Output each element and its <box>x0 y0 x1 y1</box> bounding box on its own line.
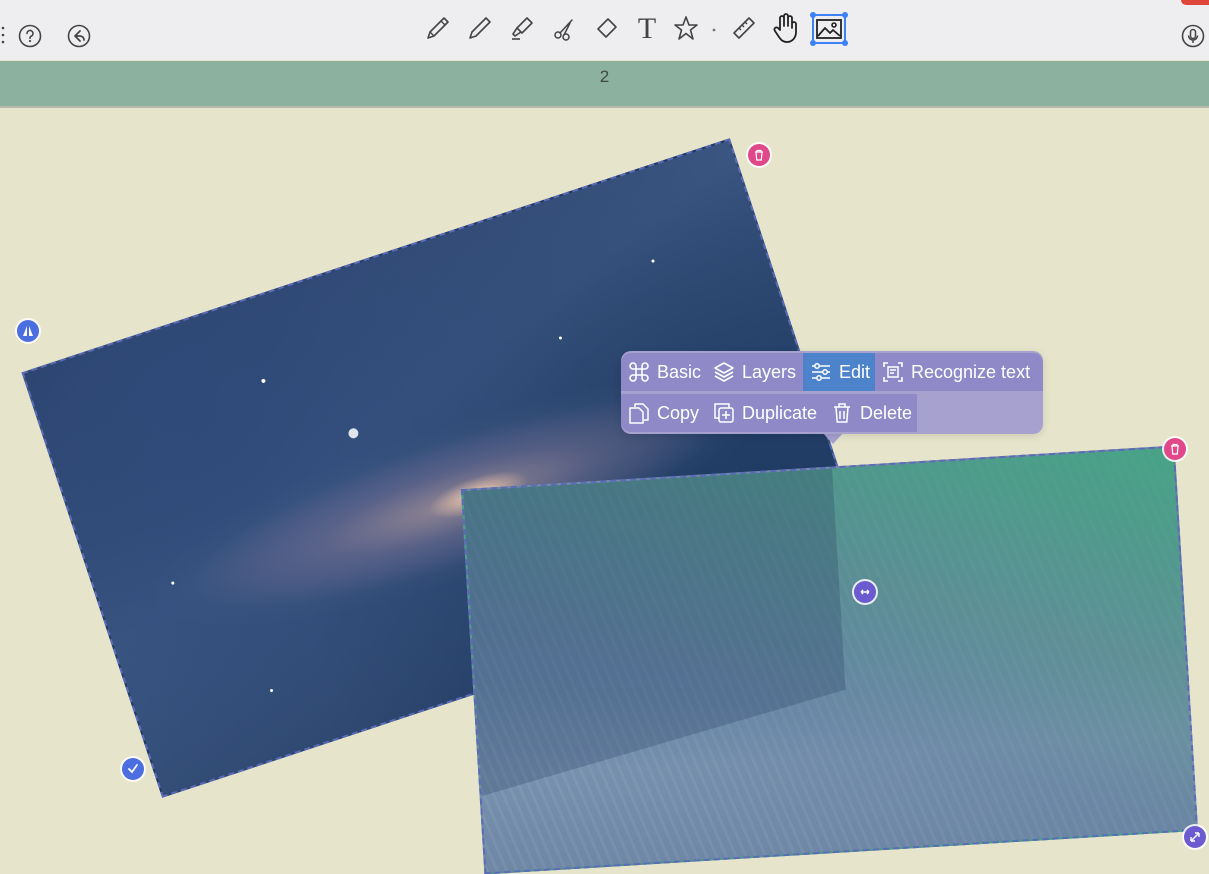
scan-text-icon <box>883 362 903 382</box>
resize-icon <box>860 589 870 595</box>
help-icon <box>18 24 42 48</box>
galaxy-flip-handle[interactable] <box>17 320 39 342</box>
pen-icon <box>427 17 449 39</box>
layers-icon <box>714 362 734 382</box>
trash-icon <box>834 403 850 423</box>
recognize-text-button[interactable]: Recognize text <box>875 353 1043 391</box>
ruler-tool[interactable] <box>730 14 758 44</box>
scissors-tool[interactable] <box>551 14 579 44</box>
text-tool[interactable]: T <box>633 12 661 46</box>
duplicate-button[interactable]: Duplicate <box>706 394 824 432</box>
wave-resize-handle[interactable] <box>1184 826 1206 848</box>
star-dot <box>347 427 361 440</box>
hand-icon <box>773 13 797 43</box>
trash-icon <box>1171 443 1179 455</box>
highlighter-icon <box>512 17 533 40</box>
wave-image[interactable] <box>460 445 1199 874</box>
pencil-tool[interactable] <box>466 14 494 44</box>
separator-dot <box>710 26 718 34</box>
check-icon <box>128 764 138 774</box>
star-dot <box>171 581 175 586</box>
back-button[interactable] <box>66 23 92 49</box>
layers-button[interactable]: Layers <box>706 353 803 391</box>
delete-button[interactable]: Delete <box>824 394 917 432</box>
sliders-icon <box>812 363 830 381</box>
copy-icon <box>629 403 649 424</box>
star-dot <box>650 259 655 263</box>
edit-label: Edit <box>839 361 871 382</box>
star-dot <box>558 336 563 340</box>
command-icon <box>629 362 649 382</box>
star-dot <box>260 378 266 384</box>
eraser-icon <box>597 18 617 38</box>
resize-icon <box>1190 832 1200 842</box>
duplicate-icon <box>714 403 734 423</box>
delete-label: Delete <box>860 402 913 423</box>
galaxy-delete-handle[interactable] <box>748 144 770 166</box>
basic-button[interactable]: Basic <box>621 353 706 391</box>
hand-tool[interactable] <box>771 12 801 44</box>
flip-icon <box>23 326 33 336</box>
wave-delete-handle[interactable] <box>1164 438 1186 460</box>
galaxy-resize-handle[interactable] <box>854 581 876 603</box>
duplicate-label: Duplicate <box>742 402 818 423</box>
scissors-icon <box>554 19 573 41</box>
image-icon <box>816 19 842 39</box>
highlighter-tool[interactable] <box>508 14 536 44</box>
pen-tool[interactable] <box>424 14 452 44</box>
star-dot <box>269 689 274 693</box>
recognize-text-label: Recognize text <box>911 361 1031 382</box>
top-toolbar: T <box>0 0 1209 60</box>
eraser-tool[interactable] <box>592 14 620 44</box>
context-menu: Basic Layers Edit Recognize text Copy Du… <box>621 351 1043 434</box>
copy-label: Copy <box>657 402 700 423</box>
copy-button[interactable]: Copy <box>621 394 706 432</box>
shapes-tool[interactable] <box>672 14 700 44</box>
edit-button[interactable]: Edit <box>803 353 875 391</box>
microphone-icon <box>1181 24 1205 48</box>
basic-label: Basic <box>657 361 702 382</box>
pencil-icon <box>469 17 491 39</box>
record-indicator <box>1181 0 1209 5</box>
overlap-tint <box>463 448 1196 873</box>
sidebar-grip-icon[interactable] <box>0 24 6 46</box>
layers-label: Layers <box>742 361 797 382</box>
dictation-button[interactable] <box>1180 23 1206 49</box>
ruler-icon <box>733 17 755 39</box>
galaxy-confirm-handle[interactable] <box>122 758 144 780</box>
page-number: 2 <box>599 67 610 86</box>
star-icon <box>674 16 698 40</box>
back-arrow-icon <box>67 24 91 48</box>
trash-icon <box>755 149 763 161</box>
help-button[interactable] <box>17 23 43 49</box>
image-tool[interactable] <box>810 12 848 46</box>
page-banner: 2 <box>0 61 1209 108</box>
text-tool-icon: T <box>637 12 657 45</box>
